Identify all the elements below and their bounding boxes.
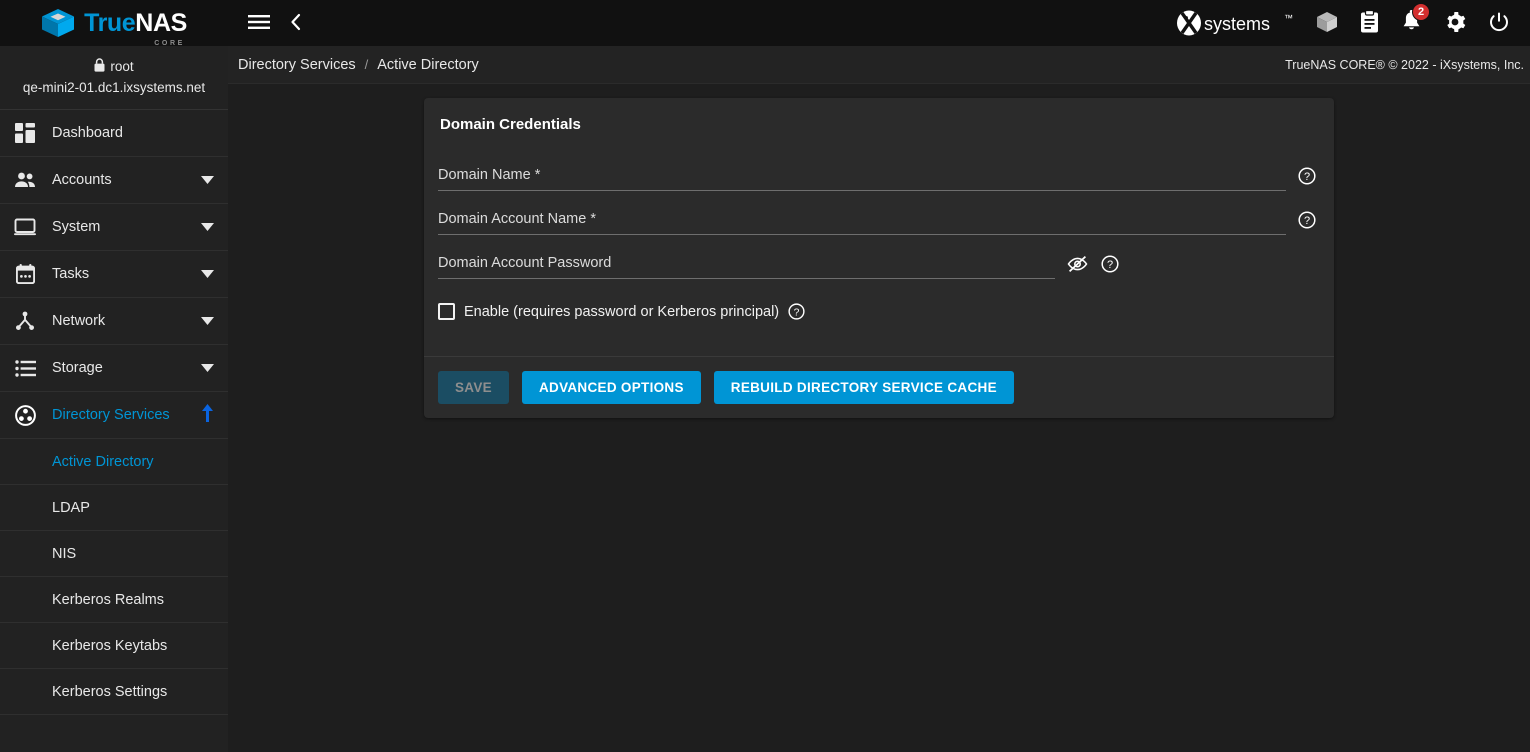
domain-name-input[interactable]: [438, 163, 1286, 191]
power-icon: [1488, 11, 1510, 36]
brand-true: True: [84, 8, 136, 37]
sidebar-subitem-label: Kerberos Realms: [52, 591, 165, 608]
advanced-options-button[interactable]: ADVANCED OPTIONS: [521, 371, 701, 404]
task-manager-button[interactable]: [1360, 9, 1379, 36]
sidebar-subitem-label: LDAP: [52, 499, 90, 516]
svg-text:?: ?: [1304, 215, 1310, 227]
main-content: Directory Services / Active Directory Tr…: [228, 46, 1530, 752]
storage-list-icon: [12, 359, 38, 377]
domain-account-name-input[interactable]: [438, 207, 1286, 235]
help-circle-icon[interactable]: ?: [1101, 255, 1119, 273]
notification-count-badge: 2: [1412, 3, 1430, 21]
sidebar-item-accounts[interactable]: Accounts: [0, 157, 228, 204]
svg-text:systems: systems: [1204, 14, 1270, 34]
sidebar-item-storage[interactable]: Storage: [0, 345, 228, 392]
sidebar-item-directory-services[interactable]: Directory Services: [0, 392, 228, 439]
power-button[interactable]: [1488, 11, 1510, 36]
chevron-left-icon: [290, 13, 302, 34]
breadcrumb-separator: /: [364, 57, 369, 72]
help-circle-icon[interactable]: ?: [788, 303, 805, 320]
sidebar-item-label: Storage: [52, 360, 103, 376]
sidebar-item-tasks[interactable]: Tasks: [0, 251, 228, 298]
settings-gear-icon: [1444, 11, 1466, 36]
jobs-cube-icon: [1316, 11, 1338, 36]
chevron-up-icon: [201, 404, 214, 426]
svg-text:?: ?: [1304, 171, 1310, 183]
chevron-down-icon: [201, 360, 214, 376]
sidebar: root qe-mini2-01.dc1.ixsystems.net Dashb…: [0, 46, 228, 752]
field-domain-name: ?: [438, 163, 1320, 191]
sidebar-item-label: Network: [52, 313, 106, 329]
hamburger-menu-button[interactable]: [248, 14, 270, 33]
help-circle-icon[interactable]: ?: [1298, 167, 1316, 185]
back-button[interactable]: [290, 13, 302, 34]
sidebar-item-dashboard[interactable]: Dashboard: [0, 110, 228, 157]
settings-button[interactable]: [1444, 11, 1466, 36]
card-title: Domain Credentials: [440, 116, 581, 133]
jobs-button[interactable]: [1316, 11, 1338, 36]
brand-nas: NAS: [135, 8, 187, 37]
system-monitor-icon: [12, 218, 38, 236]
breadcrumb-current: Active Directory: [377, 56, 479, 73]
ixsystems-logo: systems ™: [1176, 9, 1294, 37]
chevron-down-icon: [201, 313, 214, 329]
chevron-down-icon: [201, 266, 214, 282]
save-button[interactable]: SAVE: [438, 371, 509, 404]
truenas-logo[interactable]: TrueNAS CORE: [0, 0, 228, 47]
field-domain-account-password: ?: [438, 251, 1320, 279]
sidebar-user-block: root qe-mini2-01.dc1.ixsystems.net: [0, 46, 228, 110]
sidebar-hostname: qe-mini2-01.dc1.ixsystems.net: [22, 80, 206, 95]
truenas-cube-icon: [41, 8, 75, 38]
truenas-wordmark: TrueNAS CORE: [84, 8, 187, 47]
domain-account-password-input[interactable]: [438, 251, 1055, 279]
top-bar: TrueNAS CORE systems ™ 2: [0, 0, 1530, 47]
card-footer: SAVE ADVANCED OPTIONS REBUILD DIRECTORY …: [424, 356, 1334, 418]
sidebar-item-label: Dashboard: [52, 125, 123, 141]
sidebar-item-network[interactable]: Network: [0, 298, 228, 345]
sidebar-subitem-label: NIS: [52, 545, 77, 562]
notifications-button[interactable]: 2: [1401, 3, 1430, 36]
hamburger-menu-icon: [248, 14, 270, 33]
rebuild-directory-service-cache-button[interactable]: REBUILD DIRECTORY SERVICE CACHE: [713, 371, 1014, 404]
copyright-text: TrueNAS CORE® © 2022 - iXsystems, Inc.: [1285, 57, 1524, 72]
directory-services-icon: [12, 404, 38, 426]
sidebar-username: root: [110, 59, 134, 74]
enable-checkbox-row: Enable (requires password or Kerberos pr…: [438, 303, 1320, 340]
sidebar-subitem-active-directory[interactable]: Active Directory: [0, 439, 228, 485]
svg-text:?: ?: [1107, 259, 1113, 271]
eye-off-icon[interactable]: [1067, 255, 1088, 273]
dashboard-grid-icon: [12, 123, 38, 143]
breadcrumb: Directory Services / Active Directory Tr…: [228, 46, 1530, 84]
enable-checkbox[interactable]: [438, 303, 455, 320]
network-topology-icon: [12, 311, 38, 331]
domain-credentials-card: Domain Credentials ?: [424, 98, 1334, 418]
chevron-down-icon: [201, 172, 214, 188]
sidebar-subitem-kerberos-keytabs[interactable]: Kerberos Keytabs: [0, 623, 228, 669]
tasks-calendar-icon: [12, 264, 38, 284]
sidebar-item-label: Directory Services: [52, 407, 170, 423]
sidebar-item-system[interactable]: System: [0, 204, 228, 251]
sidebar-item-label: Tasks: [52, 266, 90, 282]
sidebar-subitem-ldap[interactable]: LDAP: [0, 485, 228, 531]
help-circle-icon[interactable]: ?: [1298, 211, 1316, 229]
field-domain-account-name: ?: [438, 207, 1320, 235]
chevron-down-icon: [201, 219, 214, 235]
enable-checkbox-label: Enable (requires password or Kerberos pr…: [464, 303, 780, 320]
sidebar-subitem-label: Active Directory: [52, 453, 154, 470]
breadcrumb-parent[interactable]: Directory Services: [238, 57, 356, 73]
sidebar-subitem-nis[interactable]: NIS: [0, 531, 228, 577]
svg-text:?: ?: [794, 307, 800, 318]
svg-text:™: ™: [1284, 13, 1293, 23]
sidebar-item-label: System: [52, 219, 101, 235]
sidebar-subitem-label: Kerberos Settings: [52, 683, 168, 700]
lock-icon: [94, 58, 105, 75]
task-manager-clipboard-icon: [1360, 9, 1379, 36]
sidebar-subitem-label: Kerberos Keytabs: [52, 637, 168, 654]
sidebar-subitem-kerberos-realms[interactable]: Kerberos Realms: [0, 577, 228, 623]
accounts-people-icon: [12, 171, 38, 189]
sidebar-subitem-kerberos-settings[interactable]: Kerberos Settings: [0, 669, 228, 715]
sidebar-item-label: Accounts: [52, 172, 112, 188]
